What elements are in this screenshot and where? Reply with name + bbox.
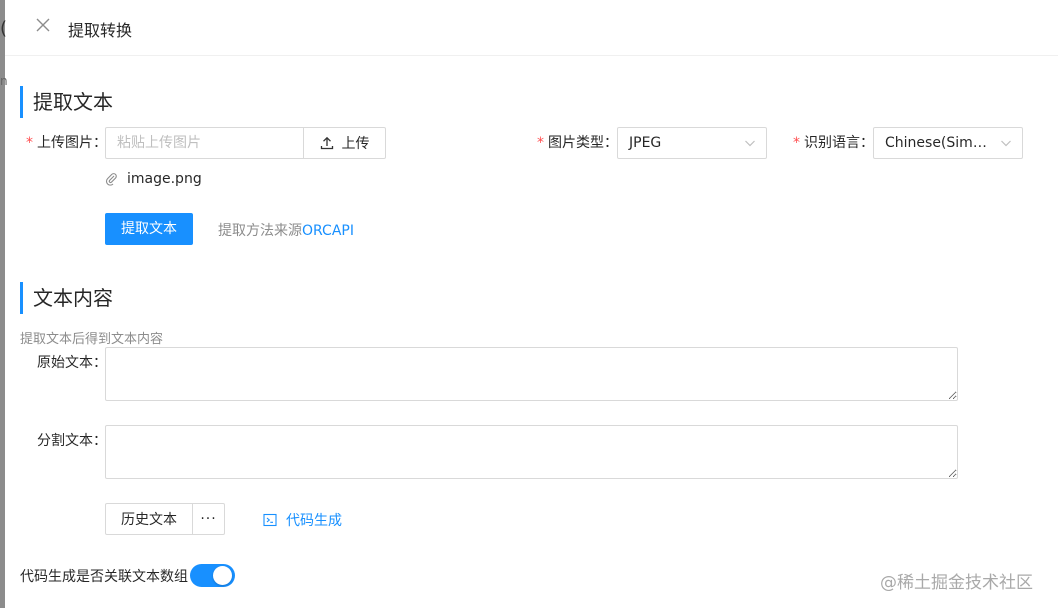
original-text-label: 原始文本： — [37, 355, 107, 371]
image-type-select[interactable]: JPEG — [617, 127, 767, 159]
section-heading-extract: 提取文本 — [20, 86, 113, 118]
extract-text-button[interactable]: 提取文本 — [105, 213, 193, 245]
background-glyph-2: n — [0, 74, 8, 88]
extract-source-hint: 提取方法来源ORCAPI — [218, 223, 354, 239]
required-mark: * — [793, 135, 800, 151]
language-value: Chinese(Simplif... — [885, 135, 1007, 151]
section-heading-content: 文本内容 — [20, 282, 113, 314]
uploaded-file-item[interactable]: image.png — [105, 169, 202, 189]
code-terminal-icon — [263, 513, 277, 527]
chevron-down-icon — [745, 140, 755, 147]
history-text-button[interactable]: 历史文本 — [105, 503, 193, 535]
drawer-title: 提取转换 — [68, 21, 133, 40]
image-type-value: JPEG — [629, 135, 662, 151]
upload-button[interactable]: 上传 — [303, 127, 386, 159]
original-text-area[interactable] — [105, 347, 958, 401]
required-mark: * — [26, 135, 33, 151]
upload-button-label: 上传 — [341, 136, 370, 152]
language-label: * 识别语言： — [793, 135, 874, 151]
paperclip-icon — [105, 173, 117, 186]
chevron-down-icon — [1001, 140, 1011, 147]
more-options-button[interactable]: ··· — [193, 503, 225, 535]
language-select[interactable]: Chinese(Simplif... — [873, 127, 1023, 159]
split-text-label: 分割文本： — [37, 433, 107, 449]
paste-upload-input[interactable] — [105, 127, 304, 159]
codegen-link-switch-label: 代码生成是否关联文本数组 — [20, 569, 188, 585]
codegen-link-switch[interactable] — [190, 564, 235, 587]
split-text-area[interactable] — [105, 425, 958, 479]
file-name: image.png — [127, 171, 202, 187]
required-mark: * — [537, 135, 544, 151]
close-icon[interactable] — [33, 16, 53, 38]
drawer-header: 提取转换 — [5, 0, 1058, 56]
switch-knob — [213, 566, 232, 585]
upload-image-label: * 上传图片： — [26, 135, 107, 151]
image-type-label: * 图片类型： — [537, 135, 618, 151]
code-generate-button[interactable]: 代码生成 — [263, 510, 342, 530]
history-button-group: 历史文本 ··· — [105, 503, 225, 535]
code-generate-label: 代码生成 — [286, 513, 342, 529]
watermark: @稀土掘金技术社区 — [880, 573, 1033, 593]
orcapi-link[interactable]: ORCAPI — [302, 223, 354, 239]
section-description: 提取文本后得到文本内容 — [20, 332, 164, 347]
background-page-edge — [0, 0, 5, 608]
upload-icon — [320, 136, 333, 150]
